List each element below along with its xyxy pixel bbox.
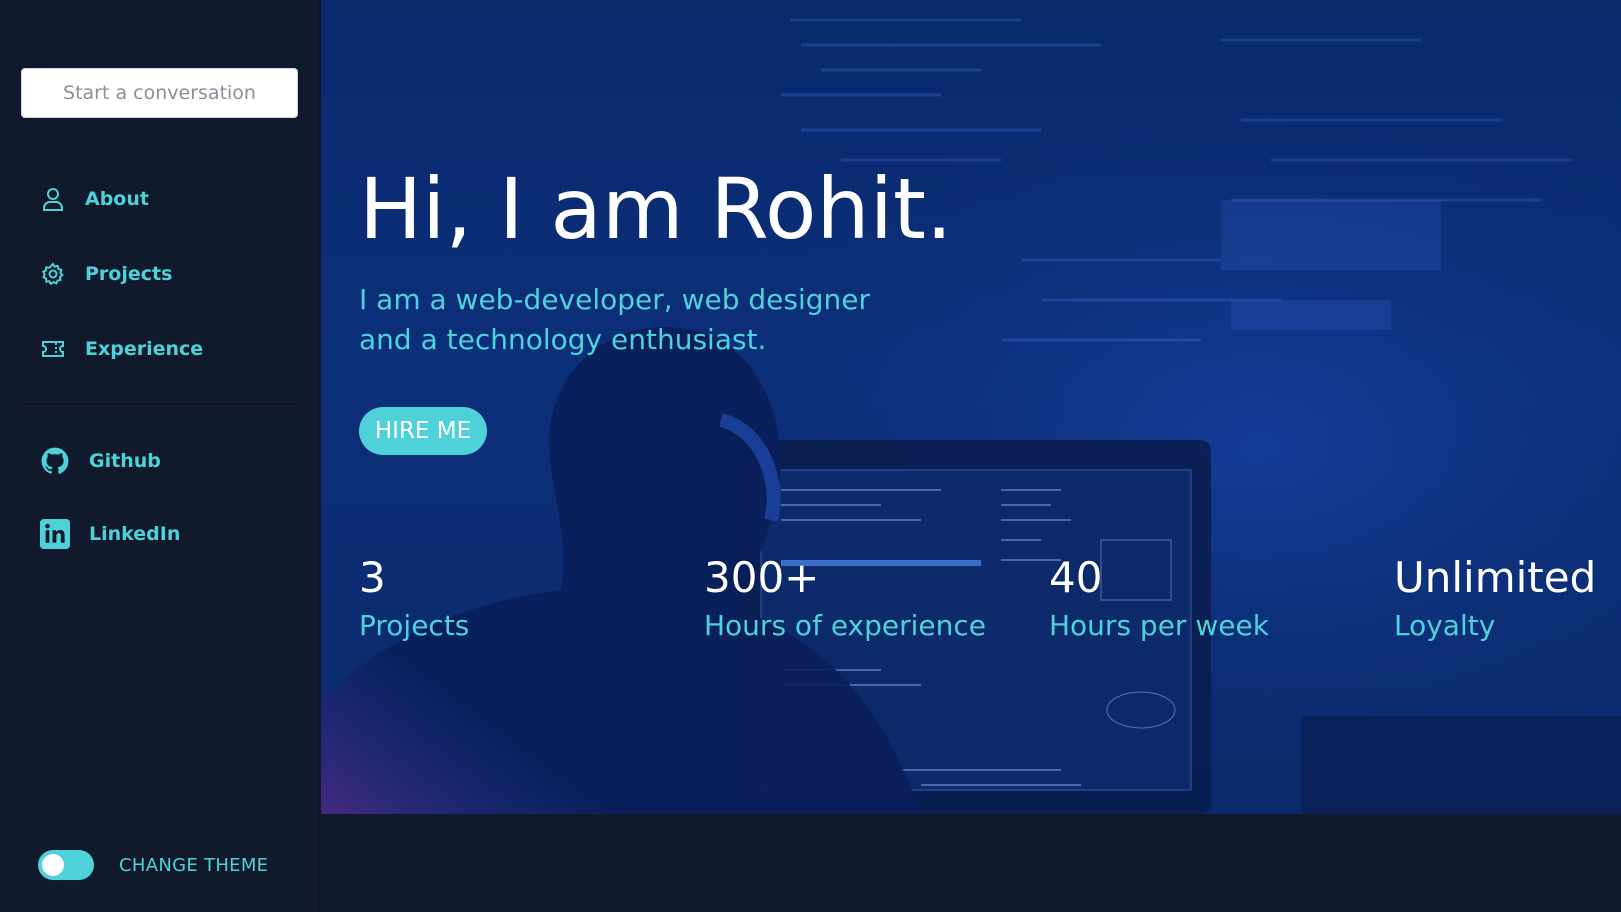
stat-value: 3 [359,553,386,602]
github-icon [40,446,70,476]
stat-loyalty: Unlimited Loyalty [1394,552,1596,648]
sidebar-divider [20,403,299,404]
stat-value: 40 [1049,553,1103,602]
sidebar-item-projects[interactable]: Projects [40,261,172,287]
user-icon [40,186,66,212]
hero-tagline: I am a web-developer, web designer and a… [359,283,870,356]
content-below-hero [321,814,1621,912]
sidebar-item-label: Github [89,450,161,472]
stat-hours-week: 40 Hours per week [1049,552,1269,648]
stat-label: Hours of experience [704,609,987,642]
sidebar: About Projects Experience Github [0,0,320,912]
hero-background-image [321,0,1621,814]
hero-title: Hi, I am Rohit. [359,160,953,258]
stat-label: Projects [359,609,470,642]
sidebar-item-label: Projects [85,263,173,285]
stat-projects: 3 Projects [359,552,469,648]
theme-switcher: CHANGE THEME [38,850,268,880]
ticket-icon [40,336,66,362]
sidebar-item-label: LinkedIn [89,523,181,545]
sidebar-item-linkedin[interactable]: LinkedIn [40,519,180,549]
stat-label: Hours per week [1049,609,1269,642]
conversation-search-input[interactable] [21,68,298,118]
stat-label: Loyalty [1394,609,1496,642]
stat-value: Unlimited [1394,553,1597,602]
theme-label: CHANGE THEME [119,854,269,876]
stat-value: 300+ [704,553,820,602]
theme-toggle[interactable] [38,850,94,880]
toggle-knob [42,854,64,876]
sidebar-item-label: About [85,188,149,210]
sidebar-item-github[interactable]: Github [40,446,161,476]
sidebar-item-experience[interactable]: Experience [40,336,203,362]
sidebar-item-about[interactable]: About [40,186,149,212]
linkedin-icon [40,519,70,549]
hero-section: Hi, I am Rohit. I am a web-developer, we… [321,0,1621,814]
gear-icon [40,261,66,287]
sidebar-item-label: Experience [85,338,204,360]
stat-hours-experience: 300+ Hours of experience [704,552,986,648]
hire-me-button[interactable]: HIRE ME [359,407,487,455]
